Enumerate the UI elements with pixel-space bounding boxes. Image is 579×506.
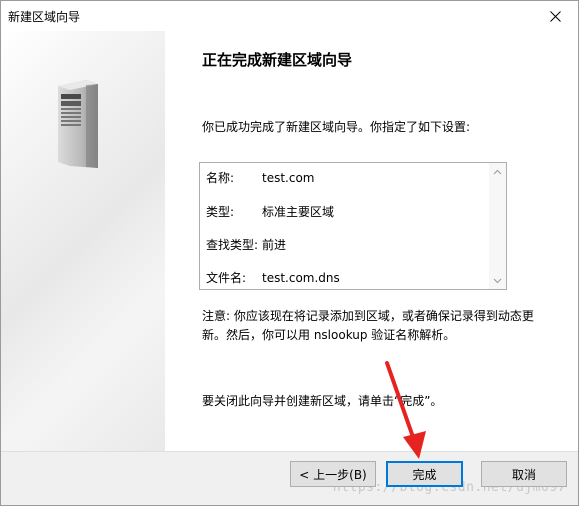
summary-value: test.com [262,171,315,185]
page-title: 正在完成新建区域向导 [202,51,353,69]
title-bar: 新建区域向导 [1,1,578,31]
note-line: 注意: 你应该现在将记录添加到区域，或者确保记录得到动态更 [202,309,534,323]
cancel-button[interactable]: 取消 [481,461,567,487]
summary-row-filename: 文件名: test.com.dns [206,269,340,286]
closing-instruction: 要关闭此向导并创建新区域，请单击“完成”。 [202,394,443,408]
vertical-scrollbar[interactable] [489,163,506,289]
chevron-down-icon [493,278,502,283]
server-icon [58,80,98,168]
note-line: 新。然后，你可以用 nslookup 验证名称解析。 [202,328,456,342]
scroll-down-arrow[interactable] [489,272,506,289]
summary-label: 查找类型: [206,238,259,252]
close-icon [549,10,561,22]
note-text: 注意: 你应该现在将记录添加到区域，或者确保记录得到动态更 新。然后，你可以用 … [202,307,552,345]
summary-label: 文件名: [206,271,247,285]
button-bar: https://blog.csdn.net/ujm097 < 上一步(B) 完成… [1,451,578,505]
window-title: 新建区域向导 [8,10,81,24]
wizard-banner [1,31,165,451]
settings-summary-box[interactable]: 名称: test.com 类型: 标准主要区域 查找类型: 前进 文件名: test.c… [199,162,507,290]
wizard-window: 新建区域向导 正在完成新建区域向导 你已成功完成了新建区域向导。你指定了如下设置… [0,0,579,506]
summary-label: 名称: [206,171,235,185]
scroll-up-arrow[interactable] [489,163,506,180]
summary-label: 类型: [206,205,235,219]
back-button[interactable]: < 上一步(B) [290,461,376,487]
summary-value: 标准主要区域 [262,205,335,219]
summary-row-lookup-type: 查找类型: 前进 [206,236,286,253]
summary-value: 前进 [262,238,287,252]
finish-button[interactable]: 完成 [386,461,463,487]
intro-text: 你已成功完成了新建区域向导。你指定了如下设置: [202,120,471,134]
summary-row-name: 名称: test.com [206,169,315,186]
summary-value: test.com.dns [262,271,340,285]
summary-row-type: 类型: 标准主要区域 [206,203,334,220]
chevron-up-icon [493,169,502,174]
close-button[interactable] [532,1,578,31]
